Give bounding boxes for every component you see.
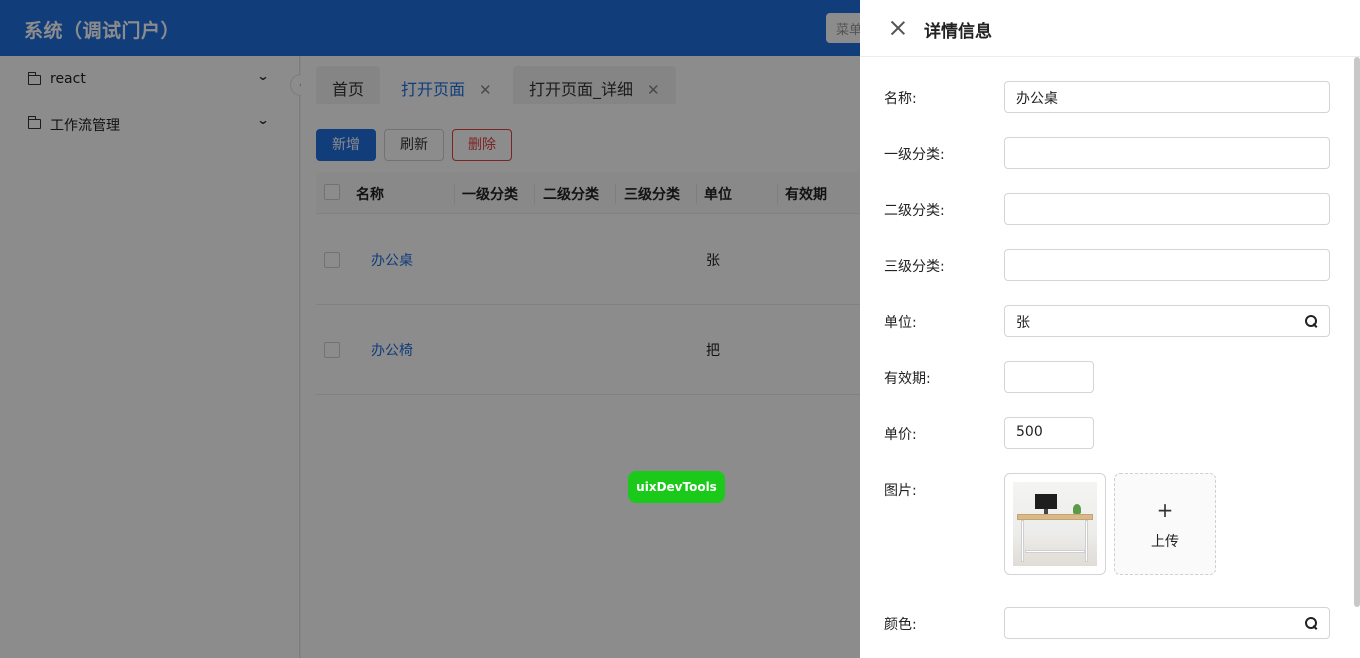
search-icon[interactable]	[1305, 617, 1317, 629]
validity-label: 有效期:	[884, 371, 931, 387]
monitor-shape	[1035, 494, 1057, 509]
drawer-title: 详情信息	[924, 22, 992, 42]
name-label: 名称:	[884, 91, 917, 107]
desk-bar-shape	[1025, 550, 1085, 553]
image-label: 图片:	[884, 483, 917, 499]
desk-top-shape	[1017, 514, 1093, 520]
upload-label: 上传	[1151, 534, 1179, 550]
drawer-scrollbar[interactable]	[1354, 57, 1360, 607]
desk-photo	[1013, 482, 1097, 566]
image-thumbnail[interactable]	[1004, 473, 1106, 575]
validity-field[interactable]	[1004, 361, 1094, 393]
category1-field[interactable]	[1004, 137, 1330, 169]
desk-leg-shape	[1085, 520, 1088, 562]
detail-drawer: 详情信息 名称: 办公桌 一级分类: 二级分类: 三级分类: 单位: 张 有效期…	[860, 0, 1360, 658]
unit-value: 张	[1016, 315, 1030, 331]
category2-label: 二级分类:	[884, 203, 945, 219]
close-icon[interactable]	[889, 19, 907, 37]
name-field[interactable]: 办公桌	[1004, 81, 1330, 113]
category2-field[interactable]	[1004, 193, 1330, 225]
dev-tools-button[interactable]: uixDevTools	[628, 471, 725, 503]
unit-lookup-field[interactable]: 张	[1004, 305, 1330, 337]
category3-label: 三级分类:	[884, 259, 945, 275]
category1-label: 一级分类:	[884, 147, 945, 163]
unit-label: 单位:	[884, 315, 917, 331]
plus-icon: +	[1156, 498, 1174, 522]
color-lookup-field[interactable]	[1004, 607, 1330, 639]
upload-button[interactable]: + 上传	[1114, 473, 1216, 575]
desk-leg-shape	[1021, 520, 1024, 562]
price-label: 单价:	[884, 427, 917, 443]
plant-shape	[1073, 504, 1081, 514]
price-field[interactable]: 500	[1004, 417, 1094, 449]
drawer-header: 详情信息	[860, 0, 1360, 57]
modal-mask[interactable]	[0, 0, 860, 658]
category3-field[interactable]	[1004, 249, 1330, 281]
color-label: 颜色:	[884, 617, 917, 633]
search-icon[interactable]	[1305, 315, 1317, 327]
